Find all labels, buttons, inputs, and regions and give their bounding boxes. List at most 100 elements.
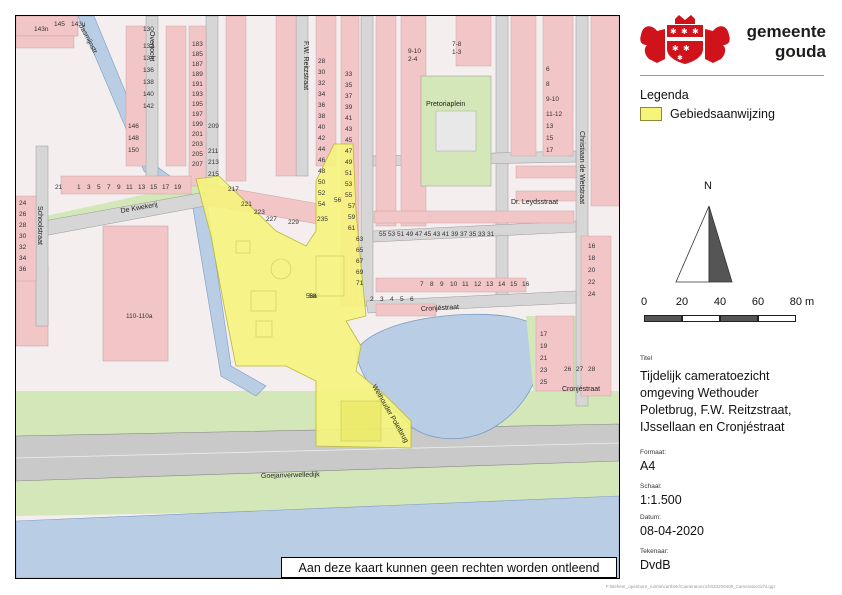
house-number: 205 [192, 151, 203, 158]
house-number: 45 [345, 137, 353, 144]
house-number: 199 [192, 121, 203, 128]
house-number: 8 [546, 81, 550, 88]
house-number: 45 [424, 231, 432, 238]
house-number: 217 [228, 186, 239, 193]
svg-text:✱: ✱ [681, 27, 688, 36]
house-number: 140 [143, 91, 154, 98]
house-number: 59 [348, 214, 356, 221]
house-number: 39 [451, 231, 459, 238]
street-label-reitzstraat: F.W. Reitzstraat [302, 41, 309, 90]
logo-line-1: gemeente [746, 22, 826, 41]
house-number: 19 [540, 343, 548, 350]
house-number: 49 [345, 159, 353, 166]
house-number: 17 [540, 331, 548, 338]
house-number: 13 [546, 123, 554, 130]
house-number: 8 [430, 281, 434, 288]
north-label: N [704, 180, 712, 192]
house-number: 57 [348, 203, 356, 210]
house-number: 30 [19, 233, 27, 240]
formaat-label: Formaat: [640, 449, 667, 456]
scale-segment [644, 315, 682, 322]
house-number: 9 [440, 281, 444, 288]
house-number: 9-10 [546, 96, 559, 103]
house-number: 235 [317, 216, 328, 223]
scale-tick-label: 80 m [789, 296, 815, 308]
house-number: 31 [487, 231, 495, 238]
house-number: 11 [126, 184, 133, 191]
house-number: 143n [34, 26, 49, 33]
house-number: 197 [192, 111, 203, 118]
house-number: 142 [143, 103, 154, 110]
pink-block-bedrijf [102, 225, 169, 362]
house-number: 9-10 [408, 48, 421, 55]
house-number: 223 [254, 209, 265, 216]
map-canvas[interactable]: De Kwekerij Schoolstraat F.W. Reitzstraa… [16, 16, 619, 578]
map-frame[interactable]: De Kwekerij Schoolstraat F.W. Reitzstraa… [15, 15, 620, 579]
house-number: 185 [192, 51, 203, 58]
house-number: 21 [540, 355, 548, 362]
schaal-label: Schaal: [640, 483, 662, 490]
disclaimer-box: Aan deze kaart kunnen geen rechten worde… [281, 557, 617, 578]
house-number: 4 [390, 296, 394, 303]
house-number: 1-3 [452, 49, 462, 56]
house-number: 32 [19, 244, 27, 251]
house-number: 19 [174, 184, 182, 191]
house-number: 3 [87, 184, 91, 191]
svg-text:✱: ✱ [683, 44, 690, 53]
house-number: 7-8 [452, 41, 462, 48]
house-number: 195 [192, 101, 203, 108]
legend-item-label: Gebiedsaanwijzing [670, 107, 775, 121]
map-title-line: IJssellaan en Cronjéstraat [640, 420, 785, 434]
house-number: 18 [588, 255, 596, 262]
title-label: Titel [640, 355, 653, 362]
house-number: 55 [345, 192, 353, 199]
sidebar-divider [640, 75, 824, 76]
house-number: 15 [510, 281, 518, 288]
house-number: 33 [345, 71, 353, 78]
tekenaar-label: Tekenaar: [640, 548, 669, 555]
house-number: 44 [318, 146, 326, 153]
house-number: 10 [450, 281, 458, 288]
house-number: 6 [410, 296, 414, 303]
house-number: 201 [192, 131, 203, 138]
house-number: 221 [241, 201, 252, 208]
house-number: 51 [397, 231, 405, 238]
house-number: 183 [192, 41, 203, 48]
house-number: 150 [128, 147, 139, 154]
legend-swatch [640, 107, 662, 121]
house-number: 23 [540, 367, 548, 374]
house-number: 48 [318, 168, 326, 175]
house-number: 6 [546, 66, 550, 73]
house-number: 63 [356, 236, 364, 243]
scale-segment [720, 315, 758, 322]
street-label-schoolstraat: Schoolstraat [36, 206, 43, 245]
legend-title: Legenda [640, 88, 689, 102]
house-number: 7 [420, 281, 424, 288]
house-number: 67 [356, 258, 364, 265]
house-number: 26 [19, 211, 27, 218]
house-number: 12 [474, 281, 482, 288]
house-number: 51 [345, 170, 353, 177]
house-number: 26 [564, 366, 572, 373]
gouda-coat-of-arms-icon: ✱ ✱ ✱ ✱ ✱ ✱ [640, 15, 730, 64]
svg-text:✱: ✱ [670, 27, 677, 36]
house-number: 15 [150, 184, 158, 191]
house-number: 11 [462, 281, 469, 288]
house-number: 2-4 [408, 56, 418, 63]
house-number: 43 [433, 231, 441, 238]
svg-text:✱: ✱ [672, 44, 679, 53]
scale-tick-label: 60 [751, 296, 765, 308]
gouda-logo: ✱ ✱ ✱ ✱ ✱ ✱ gemeente gouda [639, 15, 829, 65]
svg-text:✱: ✱ [692, 27, 699, 36]
scale-tick-label: 20 [675, 296, 689, 308]
house-number: 28 [588, 366, 596, 373]
house-number: 7 [107, 184, 111, 191]
house-number: 47 [345, 148, 353, 155]
house-number: 191 [192, 81, 203, 88]
house-number: 38 [318, 113, 326, 120]
house-number: 1 [77, 184, 81, 191]
house-number: 9 [117, 184, 121, 191]
house-number: 43 [345, 126, 353, 133]
house-number: 21 [55, 184, 63, 191]
house-number: 110-110a [126, 313, 153, 320]
